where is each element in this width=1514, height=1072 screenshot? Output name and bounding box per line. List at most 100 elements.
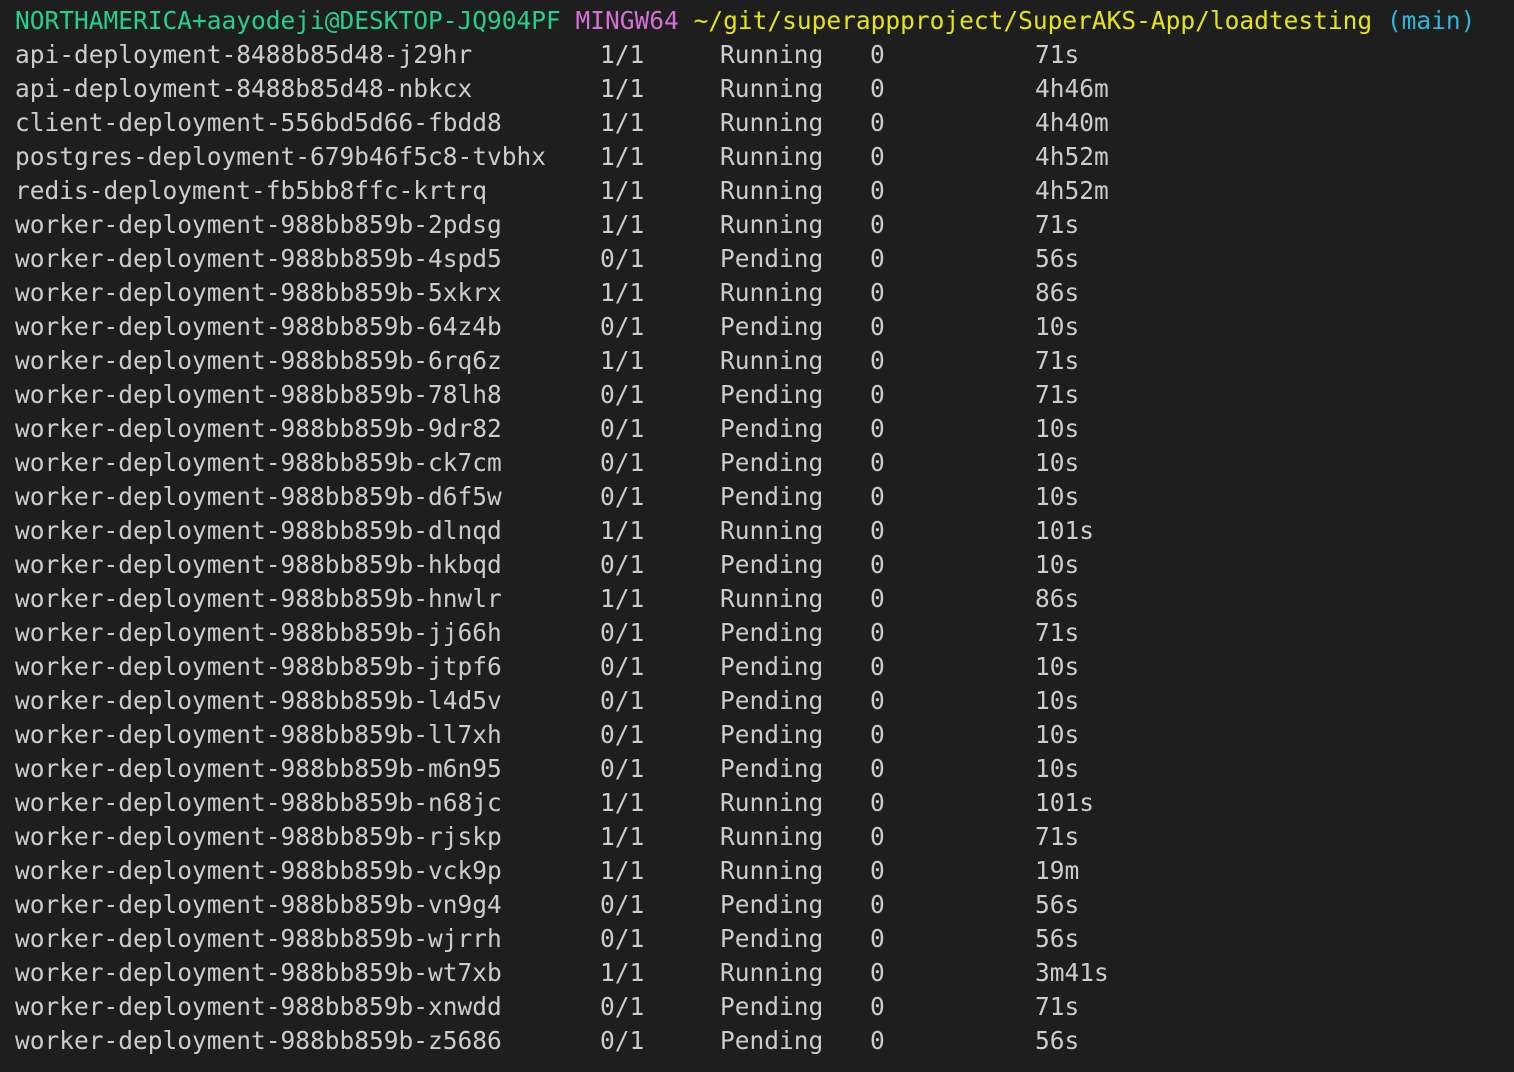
pod-ready: 1/1 [600,958,645,987]
pod-restarts: 0 [870,414,885,443]
pod-restarts: 0 [870,210,885,239]
pod-row: worker-deployment-988bb859b-wt7xb 1/1 Runn… [15,956,1514,990]
pod-ready: 0/1 [600,720,645,749]
pod-age: 56s [1035,1026,1080,1055]
pod-restarts: 0 [870,40,885,69]
pod-row: worker-deployment-988bb859b-l4d5v 0/1 Pend… [15,684,1514,718]
pod-name: worker-deployment-988bb859b-dlnqd [15,516,502,545]
pod-age: 56s [1035,890,1080,919]
pod-age: 4h52m [1035,142,1109,171]
pod-ready: 0/1 [600,244,645,273]
pod-row: redis-deployment-fb5bb8ffc-krtrq 1/1 Runni… [15,174,1514,208]
pod-status: Pending [720,1026,824,1055]
terminal-window[interactable]: NORTHAMERICA+aayodeji@DESKTOP-JQ904PF MI… [0,0,1514,1072]
pod-age: 10s [1035,720,1080,749]
pod-restarts: 0 [870,890,885,919]
pod-ready: 0/1 [600,652,645,681]
pod-name: worker-deployment-988bb859b-n68jc [15,788,502,817]
prompt-user-host: NORTHAMERICA+aayodeji@DESKTOP-JQ904PF [15,6,561,35]
pod-row: worker-deployment-988bb859b-z5686 0/1 Pend… [15,1024,1514,1058]
pod-restarts: 0 [870,312,885,341]
pod-name: redis-deployment-fb5bb8ffc-krtrq [15,176,488,205]
pod-status: Running [720,74,824,103]
pod-age: 10s [1035,414,1080,443]
pod-name: worker-deployment-988bb859b-ck7cm [15,448,502,477]
pod-name: worker-deployment-988bb859b-m6n95 [15,754,502,783]
pod-status: Running [720,278,824,307]
pod-age: 56s [1035,924,1080,953]
pod-name: worker-deployment-988bb859b-hnwlr [15,584,502,613]
pod-status: Running [720,176,824,205]
pod-row: worker-deployment-988bb859b-n68jc 1/1 Runn… [15,786,1514,820]
pod-name: worker-deployment-988bb859b-z5686 [15,1026,502,1055]
pod-name: api-deployment-8488b85d48-j29hr [15,40,473,69]
pod-row: worker-deployment-988bb859b-5xkrx 1/1 Runn… [15,276,1514,310]
pod-status: Pending [720,652,824,681]
pod-restarts: 0 [870,74,885,103]
pod-restarts: 0 [870,686,885,715]
pod-status: Running [720,40,824,69]
pod-name: worker-deployment-988bb859b-wjrrh [15,924,502,953]
pod-row: worker-deployment-988bb859b-2pdsg 1/1 Runn… [15,208,1514,242]
pod-status: Running [720,584,824,613]
pod-row: worker-deployment-988bb859b-jj66h 0/1 Pend… [15,616,1514,650]
pod-age: 71s [1035,618,1080,647]
pod-status: Pending [720,244,824,273]
pod-age: 10s [1035,550,1080,579]
pod-row: worker-deployment-988bb859b-4spd5 0/1 Pend… [15,242,1514,276]
pod-age: 71s [1035,992,1080,1021]
pod-restarts: 0 [870,380,885,409]
pod-name: worker-deployment-988bb859b-9dr82 [15,414,502,443]
pod-status: Pending [720,924,824,953]
pod-row: worker-deployment-988bb859b-64z4b 0/1 Pend… [15,310,1514,344]
pod-row: worker-deployment-988bb859b-m6n95 0/1 Pend… [15,752,1514,786]
pod-restarts: 0 [870,550,885,579]
pod-status: Running [720,788,824,817]
pod-name: worker-deployment-988bb859b-l4d5v [15,686,502,715]
pod-age: 71s [1035,346,1080,375]
prompt-branch: (main) [1386,6,1476,35]
pod-age: 19m [1035,856,1080,885]
pod-age: 71s [1035,822,1080,851]
shell-prompt: NORTHAMERICA+aayodeji@DESKTOP-JQ904PF MI… [15,4,1514,38]
pod-age: 10s [1035,652,1080,681]
pod-ready: 1/1 [600,788,645,817]
pod-list: api-deployment-8488b85d48-j29hr 1/1 Runnin… [15,38,1514,1058]
pod-ready: 0/1 [600,312,645,341]
pod-name: worker-deployment-988bb859b-ll7xh [15,720,502,749]
pod-row: api-deployment-8488b85d48-j29hr 1/1 Runnin… [15,38,1514,72]
pod-restarts: 0 [870,482,885,511]
pod-ready: 0/1 [600,482,645,511]
pod-status: Pending [720,890,824,919]
pod-ready: 1/1 [600,856,645,885]
pod-ready: 1/1 [600,40,645,69]
pod-age: 86s [1035,584,1080,613]
pod-age: 4h40m [1035,108,1109,137]
pod-row: worker-deployment-988bb859b-wjrrh 0/1 Pend… [15,922,1514,956]
pod-restarts: 0 [870,788,885,817]
pod-row: worker-deployment-988bb859b-hnwlr 1/1 Runn… [15,582,1514,616]
pod-row: worker-deployment-988bb859b-6rq6z 1/1 Runn… [15,344,1514,378]
pod-restarts: 0 [870,142,885,171]
pod-ready: 0/1 [600,992,645,1021]
pod-restarts: 0 [870,176,885,205]
pod-status: Pending [720,448,824,477]
pod-age: 10s [1035,686,1080,715]
pod-restarts: 0 [870,516,885,545]
prompt-path: ~/git/superappproject/SuperAKS-App/loadt… [693,6,1373,35]
pod-ready: 1/1 [600,278,645,307]
pod-age: 71s [1035,380,1080,409]
pod-restarts: 0 [870,244,885,273]
pod-restarts: 0 [870,822,885,851]
pod-row: worker-deployment-988bb859b-ck7cm 0/1 Pend… [15,446,1514,480]
pod-name: worker-deployment-988bb859b-d6f5w [15,482,502,511]
pod-row: worker-deployment-988bb859b-78lh8 0/1 Pend… [15,378,1514,412]
pod-row: api-deployment-8488b85d48-nbkcx 1/1 Runnin… [15,72,1514,106]
pod-name: postgres-deployment-679b46f5c8-tvbhx [15,142,547,171]
pod-row: worker-deployment-988bb859b-vck9p 1/1 Runn… [15,854,1514,888]
pod-row: worker-deployment-988bb859b-dlnqd 1/1 Runn… [15,514,1514,548]
pod-age: 4h46m [1035,74,1109,103]
pod-name: worker-deployment-988bb859b-78lh8 [15,380,502,409]
pod-age: 56s [1035,244,1080,273]
prompt-system: MINGW64 [575,6,679,35]
